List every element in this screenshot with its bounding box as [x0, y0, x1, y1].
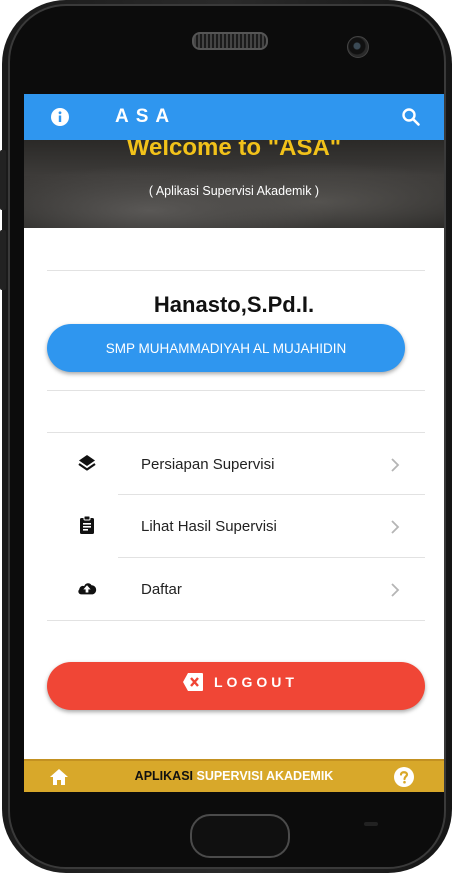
welcome-banner: Welcome to "ASA" ( Aplikasi Supervisi Ak… — [24, 140, 444, 228]
app-bar: ASA — [24, 94, 444, 140]
close-box-icon — [183, 673, 203, 691]
volume-key — [0, 150, 6, 210]
user-name: Hanasto,S.Pd.I. — [153, 292, 315, 317]
clipboard-icon — [80, 515, 94, 534]
side-key — [0, 230, 6, 290]
chevron-right-icon — [391, 583, 400, 597]
sensor — [364, 822, 378, 826]
help-icon[interactable] — [394, 767, 414, 787]
chevron-right-icon — [391, 520, 400, 534]
bottom-bar-title: APLIKASI SUPERVISI AKADEMIK — [24, 769, 444, 783]
logout-label: LOGOUT — [214, 674, 298, 690]
search-icon[interactable] — [401, 107, 421, 127]
cloud-upload-icon — [78, 583, 97, 595]
home-key[interactable] — [190, 814, 290, 858]
info-icon[interactable] — [51, 108, 69, 126]
menu-item-persiapan-supervisi[interactable]: Persiapan Supervisi — [47, 433, 425, 495]
bottom-bar-text-a: APLIKASI — [134, 769, 197, 783]
app-screen: ASA Welcome to "ASA" ( Aplikasi Supervis… — [24, 94, 444, 792]
divider — [47, 390, 425, 391]
divider — [47, 270, 425, 271]
front-camera — [347, 36, 369, 58]
earpiece-speaker — [192, 32, 268, 50]
menu-label: Lihat Hasil Supervisi — [141, 518, 277, 535]
chevron-right-icon — [391, 458, 400, 472]
menu-item-lihat-hasil-supervisi[interactable]: Lihat Hasil Supervisi — [47, 495, 425, 557]
bottom-bar: APLIKASI SUPERVISI AKADEMIK — [24, 759, 444, 792]
app-title: ASA — [115, 106, 177, 127]
welcome-text: Welcome to "ASA" — [126, 140, 342, 161]
school-button[interactable]: SMP MUHAMMADIYAH AL MUJAHIDIN — [47, 324, 405, 372]
bottom-bar-text-b: SUPERVISI AKADEMIK — [196, 769, 334, 783]
layers-icon — [78, 455, 96, 471]
menu-label: Persiapan Supervisi — [141, 456, 275, 473]
menu-item-daftar[interactable]: Daftar — [47, 558, 425, 620]
divider — [47, 620, 425, 621]
menu-label: Daftar — [141, 581, 182, 598]
logout-button[interactable]: LOGOUT — [47, 662, 425, 710]
banner-subtitle: ( Aplikasi Supervisi Akademik ) — [148, 184, 320, 198]
